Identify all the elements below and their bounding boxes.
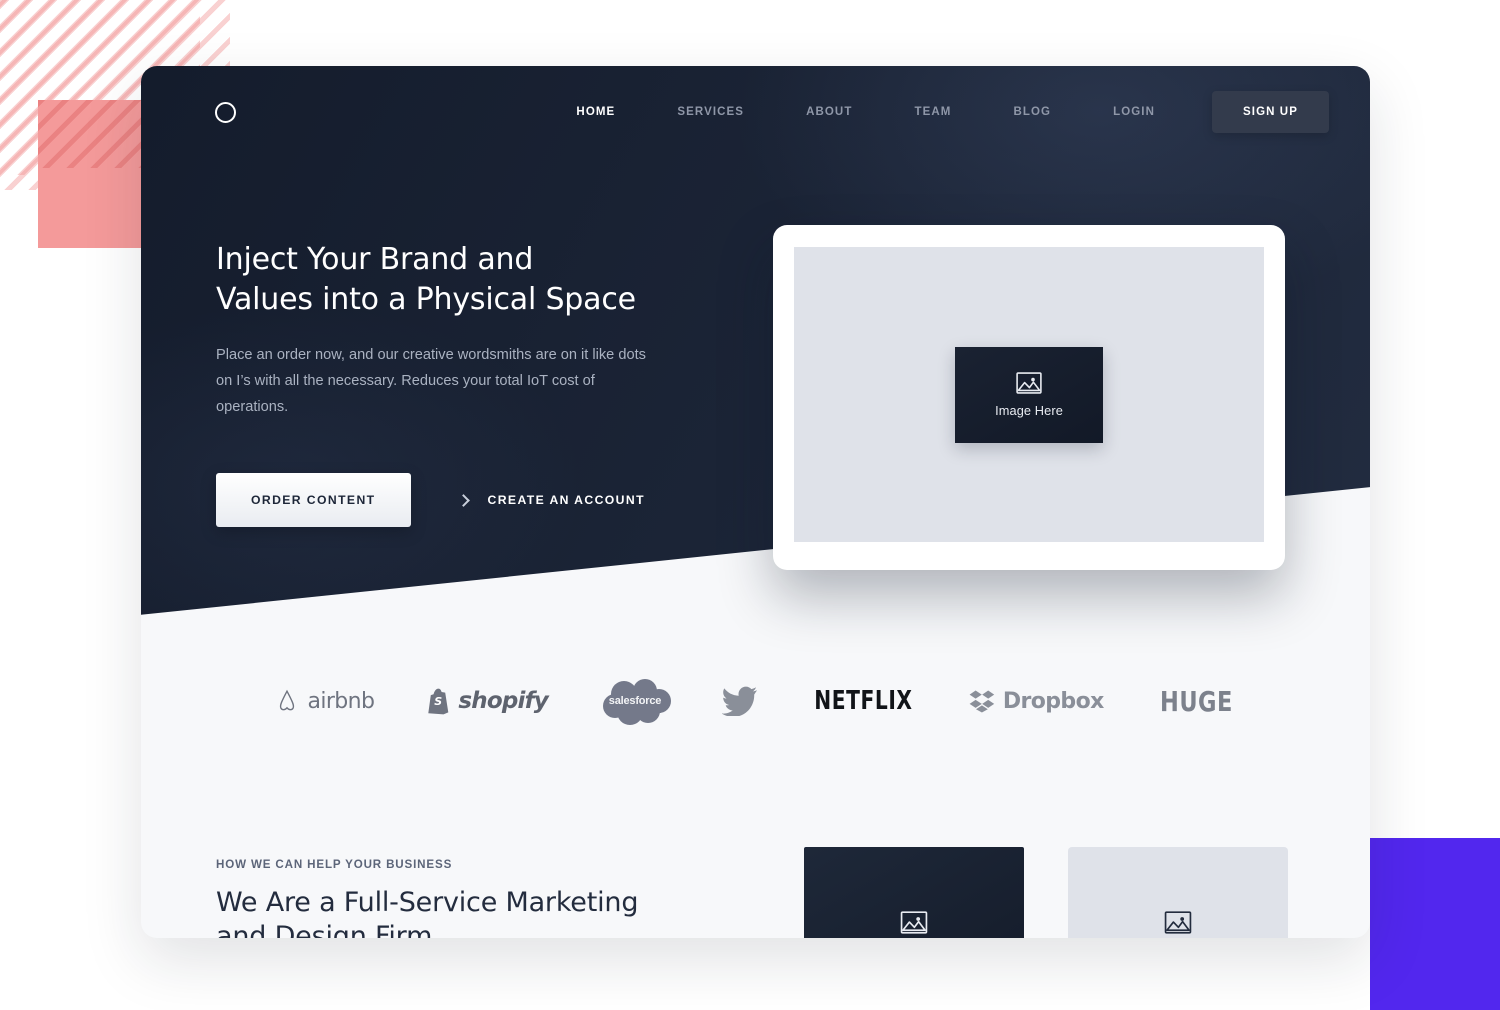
logo-huge[interactable]: HUGE <box>1156 673 1237 729</box>
image-placeholder-icon <box>900 910 928 934</box>
sign-up-button[interactable]: SIGN UP <box>1212 91 1329 133</box>
hero-copy: Inject Your Brand and Values into a Phys… <box>216 240 686 528</box>
help-section-cards: Image Here Image Here <box>804 847 1288 938</box>
shopify-wordmark: shopify <box>458 688 549 714</box>
twitter-bird-icon <box>722 686 758 716</box>
logo-twitter[interactable] <box>722 673 758 729</box>
salesforce-cloud-icon: salesforce <box>600 679 672 725</box>
help-section: HOW WE CAN HELP YOUR BUSINESS We Are a F… <box>141 782 1370 938</box>
netflix-wordmark: NETFLIX <box>814 686 913 716</box>
nav-link-blog[interactable]: BLOG <box>982 98 1082 126</box>
hero-image-placeholder-label: Image Here <box>995 402 1063 418</box>
chevron-right-icon <box>456 493 470 507</box>
help-section-eyebrow: HOW WE CAN HELP YOUR BUSINESS <box>216 858 453 871</box>
nav-link-about[interactable]: ABOUT <box>775 98 883 126</box>
salesforce-wordmark: salesforce <box>608 695 662 707</box>
logo-airbnb[interactable]: airbnb <box>274 673 375 729</box>
help-section-copy: HOW WE CAN HELP YOUR BUSINESS We Are a F… <box>216 858 686 938</box>
nav-link-home[interactable]: HOME <box>545 98 646 126</box>
help-card-light-placeholder: Image Here <box>1143 910 1213 939</box>
circle-ring-logo-icon[interactable] <box>215 101 236 123</box>
dropbox-icon <box>969 690 995 713</box>
create-an-account-link[interactable]: CREATE AN ACCOUNT <box>456 493 645 508</box>
hero-subtitle: Place an order now, and our creative wor… <box>216 346 646 415</box>
shopify-bag-icon: S <box>428 688 449 715</box>
hero-title-line-2: Values into a Physical Space <box>216 281 636 317</box>
hero-image-placeholder[interactable]: Image Here <box>955 346 1103 443</box>
dropbox-wordmark: Dropbox <box>1002 688 1104 714</box>
help-card-dark-placeholder: Image Here <box>879 910 949 939</box>
logo-netflix[interactable]: NETFLIX <box>810 673 917 729</box>
help-section-title-line-1: We Are a Full-Service Marketing <box>216 887 639 918</box>
help-section-title-line-2: and Design Firm <box>216 921 433 938</box>
decorative-purple-square <box>1370 838 1500 1010</box>
hero-title: Inject Your Brand and Values into a Phys… <box>216 240 686 320</box>
help-card-dark[interactable]: Image Here <box>804 847 1024 938</box>
order-content-button[interactable]: ORDER CONTENT <box>216 473 411 528</box>
nav-links: HOME SERVICES ABOUT TEAM BLOG LOGIN SIGN… <box>545 91 1329 133</box>
client-logos-strip: airbnb S shopify salesforce NETFLIX Drop… <box>141 606 1370 796</box>
nav-link-login[interactable]: LOGIN <box>1082 98 1186 126</box>
hero-actions: ORDER CONTENT CREATE AN ACCOUNT <box>216 473 686 528</box>
create-an-account-label: CREATE AN ACCOUNT <box>487 493 645 508</box>
hero-device-screen: Image Here <box>794 247 1264 542</box>
top-navigation-bar: HOME SERVICES ABOUT TEAM BLOG LOGIN SIGN… <box>141 66 1370 158</box>
help-section-title: We Are a Full-Service Marketing and Desi… <box>216 886 686 938</box>
page-card: HOME SERVICES ABOUT TEAM BLOG LOGIN SIGN… <box>141 66 1370 938</box>
airbnb-icon <box>280 689 295 711</box>
nav-link-team[interactable]: TEAM <box>883 98 982 126</box>
hero-title-line-1: Inject Your Brand and <box>216 242 534 277</box>
logo-salesforce[interactable]: salesforce <box>600 673 672 729</box>
huge-wordmark: HUGE <box>1159 685 1233 717</box>
hero-device-card: Image Here <box>773 225 1285 570</box>
logo-dropbox[interactable]: Dropbox <box>969 673 1104 729</box>
airbnb-wordmark: airbnb <box>307 688 375 714</box>
svg-text:S: S <box>435 695 443 708</box>
help-card-light[interactable]: Image Here <box>1068 847 1288 938</box>
nav-link-services[interactable]: SERVICES <box>646 98 775 126</box>
screenshot-stage: HOME SERVICES ABOUT TEAM BLOG LOGIN SIGN… <box>0 0 1500 1010</box>
image-placeholder-icon <box>1016 371 1042 394</box>
image-placeholder-icon <box>1164 910 1192 934</box>
logo-shopify[interactable]: S shopify <box>426 673 549 729</box>
